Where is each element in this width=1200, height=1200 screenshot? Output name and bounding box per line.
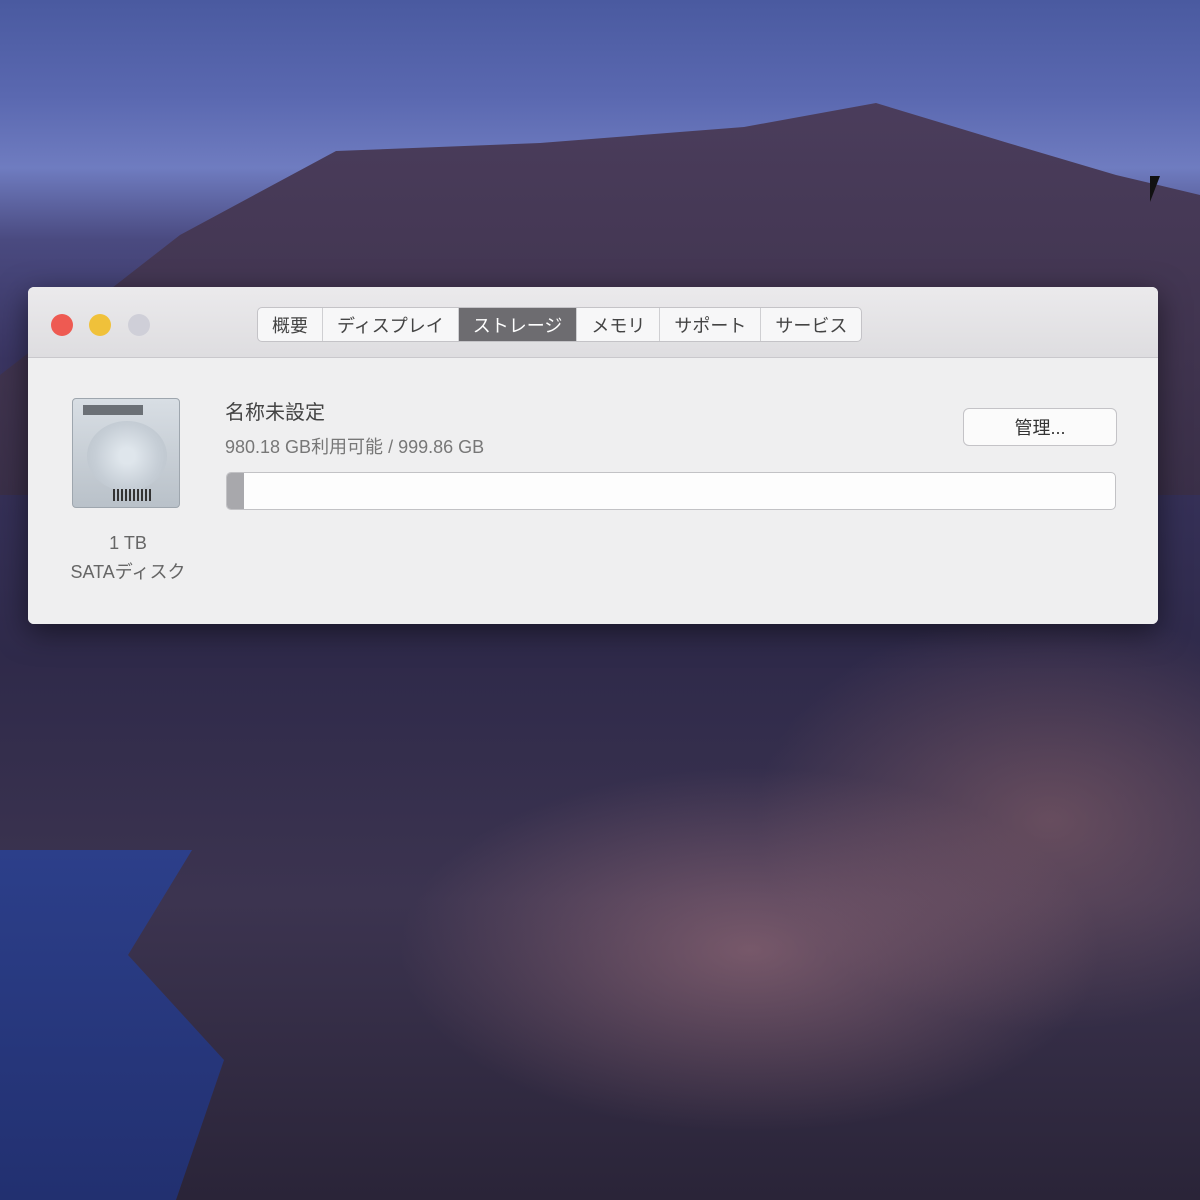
mouse-cursor-icon	[1150, 176, 1160, 202]
tab-bar: 概要 ディスプレイ ストレージ メモリ サポート サービス	[257, 307, 863, 342]
volume-name: 名称未設定	[225, 402, 325, 424]
title-bar: 概要 ディスプレイ ストレージ メモリ サポート サービス	[28, 287, 1158, 358]
tab-service[interactable]: サービス	[761, 308, 861, 341]
close-button[interactable]	[51, 314, 73, 336]
capacity-text: 980.18 GB利用可能 / 999.86 GB	[225, 437, 485, 457]
storage-usage-bar	[226, 472, 1116, 510]
tab-storage[interactable]: ストレージ	[458, 308, 578, 341]
hard-disk-icon	[72, 398, 180, 508]
tab-support[interactable]: サポート	[660, 308, 762, 341]
tab-overview[interactable]: 概要	[258, 308, 323, 341]
manage-button[interactable]: 管理...	[963, 408, 1117, 446]
used-space-segment	[227, 473, 245, 509]
zoom-button[interactable]	[128, 314, 150, 336]
storage-panel: 1 TB SATAディスク 名称未設定 980.18 GB利用可能 / 999.…	[28, 358, 1158, 624]
tab-displays[interactable]: ディスプレイ	[323, 308, 459, 341]
minimize-button[interactable]	[89, 314, 111, 336]
disk-type: SATAディスク	[70, 562, 186, 582]
tab-memory[interactable]: メモリ	[577, 308, 661, 341]
about-this-mac-window: 概要 ディスプレイ ストレージ メモリ サポート サービス 1 TB SATAデ…	[28, 287, 1158, 624]
disk-size: 1 TB	[109, 533, 147, 553]
sea	[0, 850, 224, 1200]
